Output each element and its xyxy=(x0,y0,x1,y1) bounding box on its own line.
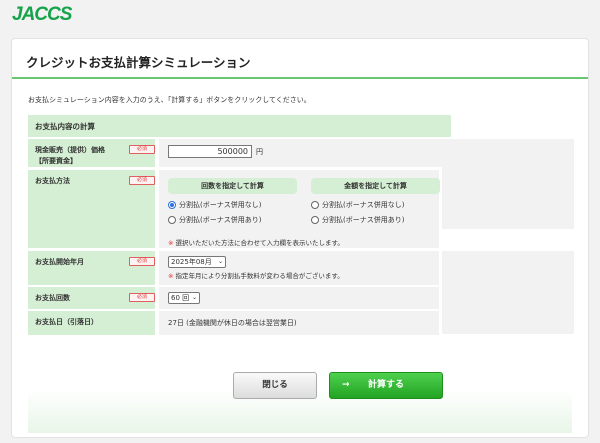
method-note: ※ 選択いただいた方法に合わせて入力欄を表示いたします。 xyxy=(168,237,344,247)
count-value: 60 回 xyxy=(171,294,190,302)
method-value-cell: 回数を指定して計算 金額を指定して計算 分割払(ボーナス併用なし) 分割払(ボー… xyxy=(159,170,440,248)
pay-day-row: お支払日（引落日） 27日 (金融機関が休日の場合は翌営業日) xyxy=(28,311,439,335)
note-mark: ※ xyxy=(168,239,174,247)
radio-count-with-bonus[interactable]: 分割払(ボーナス併用あり) xyxy=(168,215,261,225)
chevron-down-icon: ⌄ xyxy=(217,258,223,265)
simulation-card: クレジットお支払計算シミュレーション お支払シミュレーション内容を入力のうえ、「… xyxy=(11,38,589,438)
pay-day-value: 27日 (金融機関が休日の場合は翌営業日) xyxy=(168,319,297,327)
required-badge: 必須 xyxy=(129,176,155,185)
note-text: 選択いただいた方法に合わせて入力欄を表示いたします。 xyxy=(175,239,344,247)
start-month-select[interactable]: 2025年08月 ⌄ xyxy=(168,256,226,268)
radio-amount-no-bonus[interactable]: 分割払(ボーナス併用なし) xyxy=(311,200,404,210)
radio-icon[interactable] xyxy=(311,216,319,224)
note-mark: ※ xyxy=(168,272,174,280)
price-unit: 円 xyxy=(256,148,263,156)
page-title: クレジットお支払計算シミュレーション xyxy=(26,55,251,70)
required-badge: 必須 xyxy=(129,145,155,154)
price-label-line2: 【所要資金】 xyxy=(35,157,77,165)
pay-day-value-cell: 27日 (金融機関が休日の場合は翌営業日) xyxy=(159,311,439,335)
radio-amount-with-bonus[interactable]: 分割払(ボーナス併用あり) xyxy=(311,215,404,225)
start-month-note: ※ 指定年月により分割払手数料が変わる場合がございます。 xyxy=(168,270,344,280)
price-side-panel xyxy=(442,139,574,229)
radio-label: 分割払(ボーナス併用なし) xyxy=(322,201,405,209)
intro-text: お支払シミュレーション内容を入力のうえ、「計算する」ボタンをクリックしてください… xyxy=(28,96,311,104)
by-count-heading: 回数を指定して計算 xyxy=(168,178,297,194)
title-divider xyxy=(12,77,588,79)
count-row: お支払回数 必須 60 回 ⌄ xyxy=(28,287,439,309)
radio-icon[interactable] xyxy=(311,201,319,209)
method-row: お支払方法 必須 回数を指定して計算 金額を指定して計算 分割払(ボーナス併用な… xyxy=(28,170,440,248)
price-value-cell: 500000 円 xyxy=(159,139,451,167)
radio-selected-icon[interactable] xyxy=(168,201,176,209)
required-badge: 必須 xyxy=(129,293,155,302)
lower-side-panel xyxy=(442,251,574,334)
price-row: 現金販売（提供）価格 【所要資金】 必須 500000 円 xyxy=(28,139,451,167)
start-month-row: お支払開始年月 必須 2025年08月 ⌄ ※ 指定年月により分割払手数料が変わ… xyxy=(28,251,439,285)
jaccs-logo: JACCS xyxy=(12,4,76,26)
logo-text: JACCS xyxy=(12,4,72,25)
table-header: お支払内容の計算 xyxy=(28,115,451,137)
note-text: 指定年月により分割払手数料が変わる場合がございます。 xyxy=(175,272,344,280)
arrow-right-icon: → xyxy=(342,380,350,390)
pay-day-label: お支払日（引落日） xyxy=(28,311,155,335)
radio-label: 分割払(ボーナス併用あり) xyxy=(322,216,405,224)
radio-label: 分割払(ボーナス併用あり) xyxy=(179,216,262,224)
calculate-button[interactable]: → 計算する xyxy=(329,372,443,399)
start-month-value-cell: 2025年08月 ⌄ ※ 指定年月により分割払手数料が変わる場合がございます。 xyxy=(159,251,439,285)
by-amount-heading: 金額を指定して計算 xyxy=(311,178,440,194)
start-month-value: 2025年08月 xyxy=(171,258,212,266)
radio-label: 分割払(ボーナス併用なし) xyxy=(179,201,262,209)
price-input[interactable]: 500000 xyxy=(168,145,252,158)
chevron-down-icon: ⌄ xyxy=(191,294,197,301)
close-button[interactable]: 閉じる xyxy=(233,372,317,399)
calculate-button-label: 計算する xyxy=(368,380,405,390)
count-select[interactable]: 60 回 ⌄ xyxy=(168,292,200,304)
radio-icon[interactable] xyxy=(168,216,176,224)
required-badge: 必須 xyxy=(129,257,155,266)
count-value-cell: 60 回 ⌄ xyxy=(159,287,439,309)
radio-count-no-bonus[interactable]: 分割払(ボーナス併用なし) xyxy=(168,200,261,210)
